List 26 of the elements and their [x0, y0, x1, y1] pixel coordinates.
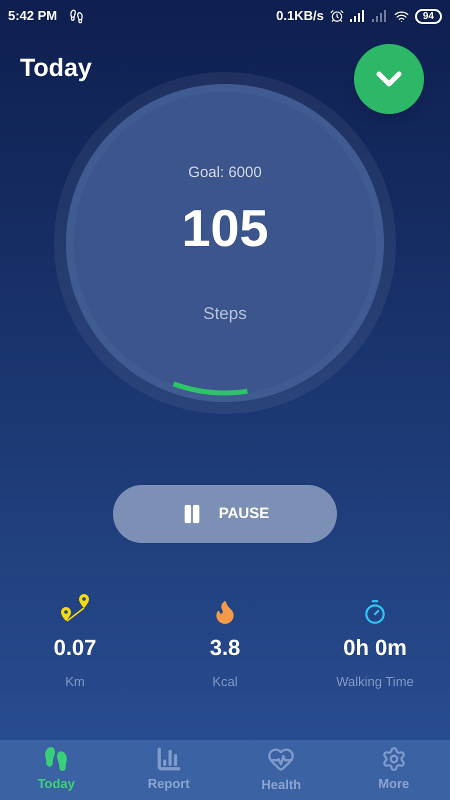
- gear-icon: [380, 746, 407, 772]
- stat-label: Walking Time: [336, 673, 414, 691]
- stat-label: Km: [65, 673, 85, 691]
- network-speed: 0.1KB/s: [276, 7, 324, 26]
- nav-tab[interactable]: Report: [112, 740, 225, 800]
- nav-tab[interactable]: Health: [225, 740, 338, 800]
- footprints-icon: [69, 8, 84, 24]
- bar-chart-icon: [156, 746, 182, 772]
- goal-label: Goal: 6000: [188, 163, 262, 183]
- pause-button[interactable]: PAUSE: [113, 485, 337, 543]
- signal-icon: [350, 10, 366, 22]
- status-time: 5:42 PM: [8, 7, 58, 26]
- alarm-icon: [330, 9, 344, 23]
- page-title: Today: [20, 53, 92, 84]
- stat-value: 0h 0m: [343, 634, 407, 662]
- footprints-icon: [43, 746, 70, 772]
- battery-indicator: 94: [414, 8, 442, 24]
- nav-tab[interactable]: More: [338, 740, 450, 800]
- step-count: 105: [182, 202, 268, 254]
- nav-tab[interactable]: Today: [0, 740, 112, 800]
- wifi-icon: [394, 8, 409, 24]
- stat-value: 3.8: [210, 634, 240, 662]
- stat-label: Kcal: [212, 673, 238, 691]
- steps-label: Steps: [203, 302, 247, 324]
- signal-icon: [372, 10, 388, 22]
- stat-value: 0.07: [54, 634, 96, 662]
